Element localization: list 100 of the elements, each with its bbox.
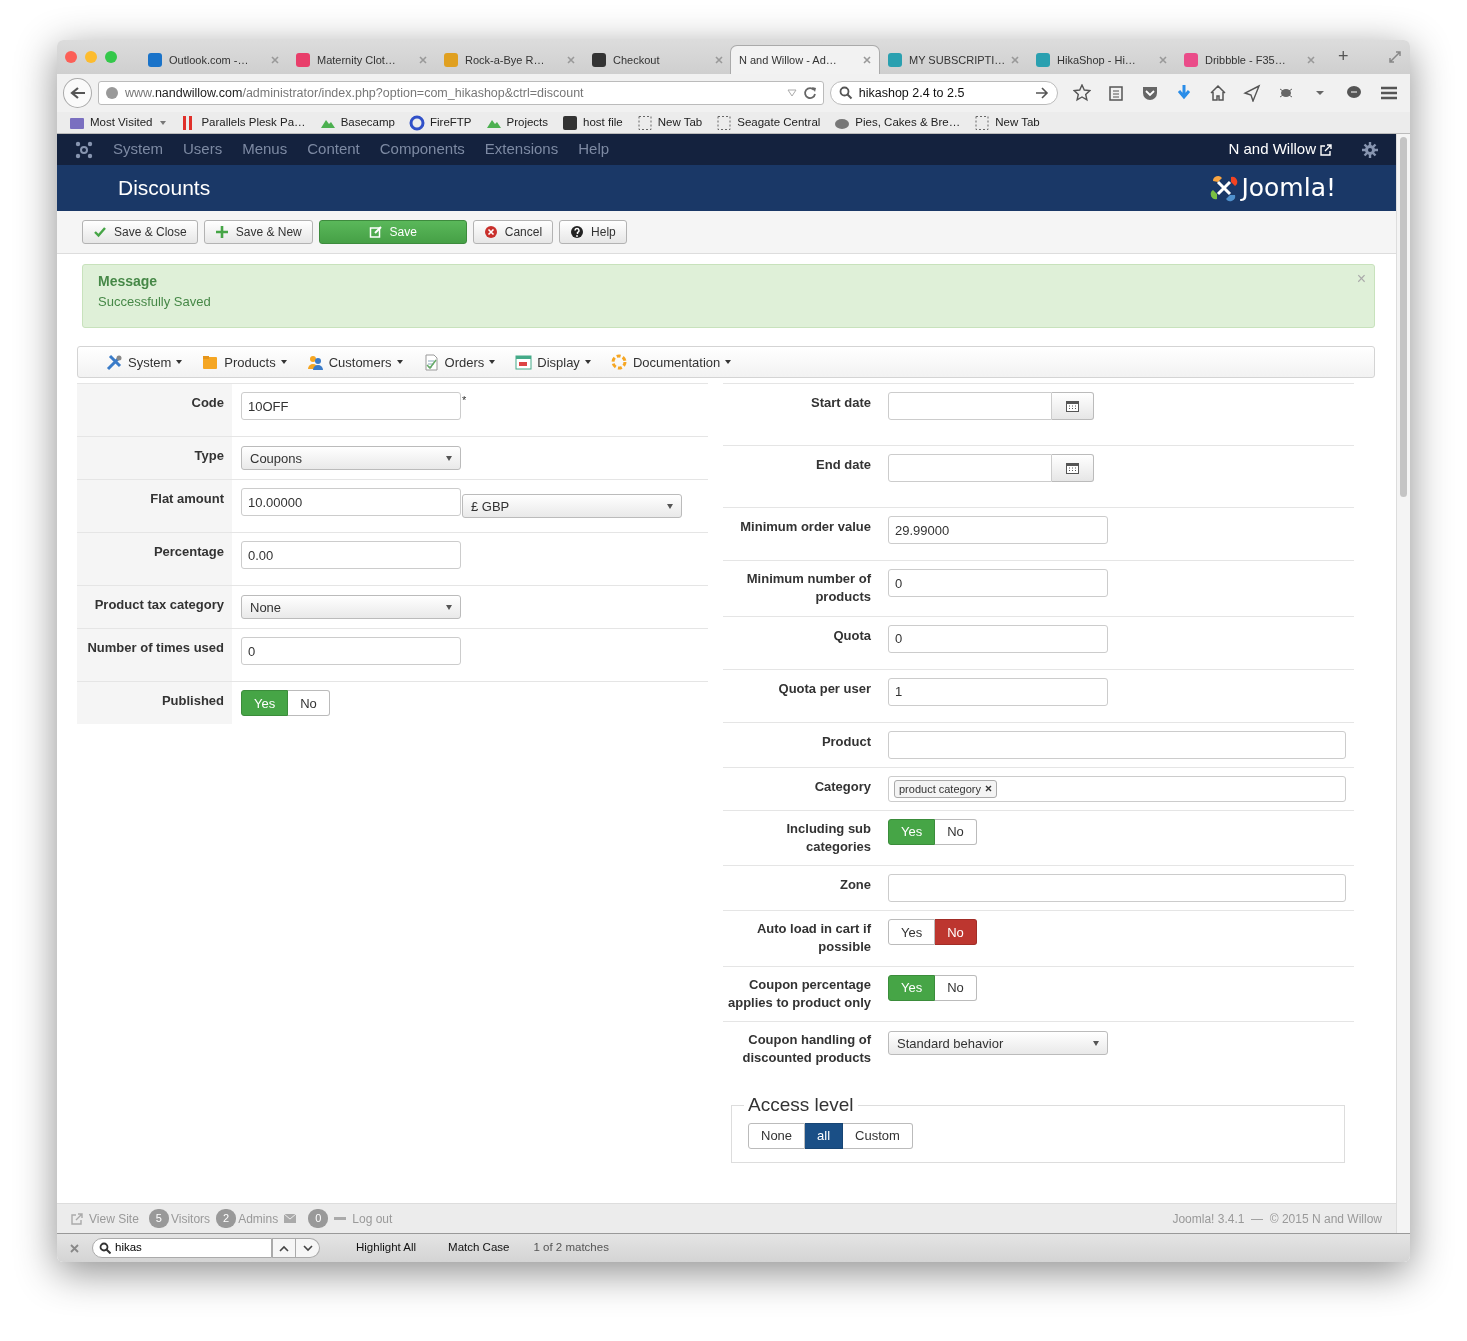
browser-tab[interactable]: Rock-a-Bye R… (435, 46, 583, 74)
browser-tab[interactable]: Outlook.com -… (139, 46, 287, 74)
url-field[interactable]: www.nandwillow.com/administrator/index.php?option=com_hikashop&ctrl=discount (98, 81, 824, 105)
text-field[interactable]: 0 (888, 569, 1108, 598)
text-field[interactable]: 0 (888, 624, 1108, 653)
select-field[interactable]: Coupons (241, 446, 461, 471)
toggle-button[interactable]: Custom (843, 1122, 913, 1149)
submenu-item[interactable]: Documentation (610, 352, 732, 373)
toggle-button[interactable]: No (935, 919, 977, 946)
text-field[interactable]: 10OFF (241, 392, 461, 421)
toggle-button[interactable]: No (935, 974, 977, 1001)
remove-icon[interactable] (984, 785, 992, 793)
close-icon[interactable] (419, 56, 427, 64)
toolbar-button[interactable]: Help (559, 220, 627, 244)
match-case-button[interactable]: Match Case (436, 1239, 522, 1257)
admin-menu-item[interactable]: Content (307, 138, 360, 161)
close-icon[interactable] (1307, 56, 1315, 64)
find-field[interactable]: hikas (92, 1238, 272, 1258)
text-field[interactable] (888, 874, 1346, 903)
dropdown-icon[interactable] (786, 89, 797, 97)
close-icon[interactable] (1011, 56, 1020, 64)
settings-icon[interactable] (1362, 141, 1378, 158)
fullscreen-icon[interactable] (1388, 50, 1402, 64)
browser-tab[interactable]: Maternity Clot… (287, 46, 435, 74)
select-field[interactable]: Standard behavior (888, 1031, 1108, 1056)
clipboard-icon[interactable] (1107, 84, 1125, 102)
toggle-button[interactable]: Yes (888, 919, 936, 946)
browser-tab[interactable]: MY SUBSCRIPTI… (879, 46, 1027, 74)
admin-menu-item[interactable]: Users (183, 138, 223, 161)
download-icon[interactable] (1175, 84, 1193, 102)
bookmark-item[interactable]: host file (562, 113, 623, 132)
back-button[interactable] (63, 78, 92, 108)
select-field[interactable]: None (241, 595, 461, 620)
highlight-all-button[interactable]: Highlight All (344, 1239, 429, 1257)
scrollbar[interactable] (1396, 134, 1410, 1233)
pocket-icon[interactable] (1141, 84, 1159, 102)
date-field[interactable] (888, 392, 1052, 421)
toggle-button[interactable]: None (748, 1122, 806, 1149)
bookmark-item[interactable]: Most Visited (69, 113, 167, 132)
browser-tab[interactable]: Checkout (583, 46, 731, 74)
close-icon[interactable] (271, 56, 279, 64)
bookmark-item[interactable]: Pies, Cakes & Bre… (834, 113, 961, 132)
plus-icon (214, 225, 229, 239)
send-icon[interactable] (1243, 84, 1261, 102)
toggle-button[interactable]: No (935, 818, 977, 845)
bookmark-item[interactable]: New Tab (636, 113, 703, 132)
bookmark-item[interactable]: New Tab (974, 113, 1040, 132)
admin-menu-item[interactable]: Extensions (484, 138, 559, 161)
site-link[interactable]: N and Willow (1228, 138, 1316, 161)
close-icon[interactable] (863, 56, 871, 64)
text-field[interactable]: 0.00 (241, 541, 461, 570)
home-icon[interactable] (1209, 84, 1227, 102)
toolbar-button[interactable]: Save & New (203, 220, 313, 244)
next-button[interactable] (296, 1238, 320, 1258)
text-field[interactable] (888, 730, 1346, 759)
text-field[interactable]: 29.99000 (888, 516, 1108, 545)
calendar-button[interactable] (1052, 392, 1094, 421)
admin-menu-item[interactable]: System (113, 138, 163, 161)
submenu-item[interactable]: Orders (422, 352, 496, 373)
date-field[interactable] (888, 454, 1052, 483)
bookmark-item[interactable]: Parallels Plesk Pa… (180, 113, 306, 132)
close-icon[interactable] (567, 56, 575, 64)
star-icon[interactable] (1073, 84, 1091, 102)
toggle-button[interactable]: No (288, 690, 330, 717)
toolbar-button[interactable]: Save & Close (82, 220, 198, 244)
submenu-item[interactable]: System (106, 352, 183, 373)
reload-icon[interactable] (802, 86, 817, 100)
browser-tab[interactable]: HikaShop - Hi… (1027, 46, 1175, 74)
toggle-button[interactable]: all (805, 1122, 844, 1149)
browser-tab[interactable]: N and Willow - Ad… (731, 46, 879, 74)
calendar-icon[interactable] (1066, 400, 1079, 413)
text-field[interactable]: 0 (241, 637, 461, 666)
text-field[interactable]: 10.00000 (241, 488, 461, 517)
submenu-item[interactable]: Display (515, 352, 591, 373)
toolbar-button[interactable]: Cancel (472, 220, 554, 244)
admin-menu-item[interactable]: Help (578, 138, 610, 161)
joomla-icon[interactable] (75, 140, 93, 159)
tag-field[interactable]: product category (888, 775, 1346, 802)
close-icon[interactable] (1159, 56, 1167, 64)
submenu-item[interactable]: Customers (306, 352, 403, 373)
bookmark-item[interactable]: Basecamp (319, 113, 395, 132)
submenu-item[interactable]: Products (202, 352, 287, 373)
previous-button[interactable] (272, 1238, 296, 1258)
new-tab-button[interactable]: + (1333, 43, 1354, 70)
bookmark-item[interactable]: Seagate Central (716, 113, 821, 132)
bookmark-item[interactable]: Projects (485, 113, 549, 132)
text-field[interactable]: 1 (888, 677, 1108, 706)
bookmark-item[interactable]: FireFTP (408, 113, 472, 132)
close-icon[interactable] (715, 56, 723, 64)
close-button[interactable] (65, 51, 77, 63)
go-arrow-icon[interactable] (1035, 87, 1049, 99)
close-icon[interactable] (70, 1243, 79, 1253)
calendar-icon[interactable] (1066, 462, 1079, 475)
admin-menu-item[interactable]: Components (379, 138, 465, 161)
search-field[interactable]: hikashop 2.4 to 2.5 (829, 81, 1058, 105)
admin-menu-item[interactable]: Menus (242, 138, 288, 161)
currency-select[interactable]: £ GBP (462, 494, 682, 519)
browser-tab[interactable]: Dribbble - F35… (1175, 46, 1323, 74)
calendar-button[interactable] (1052, 454, 1094, 483)
menu-icon[interactable] (1379, 85, 1399, 101)
